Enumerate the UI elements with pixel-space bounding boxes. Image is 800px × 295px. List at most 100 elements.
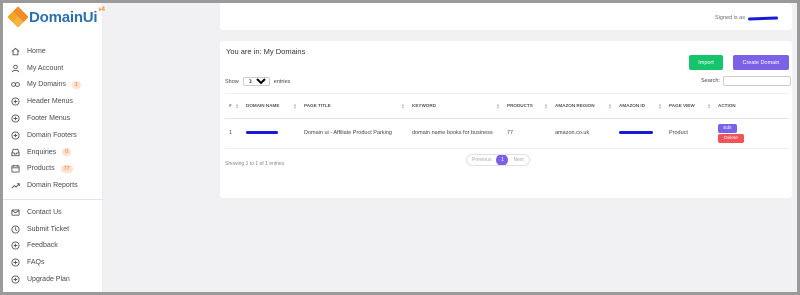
sort-icon: ▲ ▼ <box>707 102 711 110</box>
calendar-icon <box>11 165 20 174</box>
cell-actions: Edit Delete <box>714 118 789 149</box>
cell-amazon-id <box>615 118 665 149</box>
sidebar-item-faqs[interactable]: FAQs <box>3 254 103 271</box>
sidebar-item-label: Footer Menus <box>27 115 71 123</box>
domains-card: You are in: My Domains Import Create Dom… <box>220 41 792 198</box>
signed-in-status: Signed is as <box>715 15 779 21</box>
sidebar-item-label: Submit Ticket <box>27 225 70 233</box>
sort-icon: ▲ ▼ <box>235 102 239 110</box>
user-icon <box>11 64 20 72</box>
create-domain-button[interactable]: Create Domain <box>733 55 789 70</box>
sidebar: DomainUiv4 Home My Account My Domains 1 … <box>3 3 105 292</box>
sidebar-divider <box>3 199 103 200</box>
cell-amazon-region: amazon.co.uk <box>551 118 615 149</box>
entries-select[interactable]: 10 <box>242 77 270 86</box>
edit-button[interactable]: Edit <box>718 124 737 133</box>
logo-icon <box>7 6 29 28</box>
sidebar-item-label: Upgrade Plan <box>27 276 70 284</box>
cell-page-title: Domain ui - Affiliate Product Parking <box>300 118 408 149</box>
redacted-domain-name <box>246 131 278 134</box>
plus-circle-icon <box>11 275 20 284</box>
table-header-row: # ▲ ▼ DOMAIN NAME ▲ ▼ PAGE TITLE ▲ ▼ KEYWORD ▲ ▼… <box>225 93 789 119</box>
delete-button[interactable]: Delete <box>718 134 744 143</box>
link-icon <box>11 82 20 88</box>
count-badge: 77 <box>60 164 73 173</box>
column-header-amazon-region[interactable]: AMAZON REGION ▲ ▼ <box>551 93 615 119</box>
sort-icon: ▲ ▼ <box>496 102 500 110</box>
previous-page-button[interactable]: Previous <box>467 155 496 165</box>
plus-circle-icon <box>11 97 20 106</box>
sidebar-item-label: My Account <box>27 64 64 72</box>
table-search: Search: <box>701 76 791 86</box>
main-nav: Home My Account My Domains 1 Header Menu… <box>3 43 103 194</box>
sidebar-item-label: Domain Footers <box>27 131 77 139</box>
sort-icon: ▲ ▼ <box>401 102 405 110</box>
sidebar-item-label: Contact Us <box>27 208 62 216</box>
sort-icon: ▲ ▼ <box>608 102 612 110</box>
column-header-amazon-id[interactable]: AMAZON ID ▲ ▼ <box>615 93 665 119</box>
top-header: Signed is as <box>220 3 792 30</box>
sidebar-item-home[interactable]: Home <box>3 43 103 60</box>
sort-icon: ▲ ▼ <box>658 102 662 110</box>
column-header-keyword[interactable]: KEYWORD ▲ ▼ <box>408 93 503 119</box>
count-badge: 0 <box>62 148 72 157</box>
import-button[interactable]: Import <box>689 55 723 70</box>
show-label: Show <box>225 78 239 85</box>
sort-icon: ▲ ▼ <box>544 102 548 110</box>
sidebar-item-enquiries[interactable]: Enquiries 0 <box>3 144 103 161</box>
sidebar-item-label: Enquiries <box>27 148 57 156</box>
redacted-amazon-id <box>619 131 653 134</box>
mail-icon <box>11 209 20 216</box>
plus-circle-icon <box>11 131 20 140</box>
sidebar-item-my-account[interactable]: My Account <box>3 60 103 77</box>
support-nav: Contact Us Submit Ticket Feedback FAQs U… <box>3 204 103 288</box>
search-input[interactable] <box>722 76 791 86</box>
sort-icon: ▲ ▼ <box>293 102 297 110</box>
page-number-button[interactable]: 1 <box>496 155 509 165</box>
sidebar-item-header-menus[interactable]: Header Menus <box>3 93 103 110</box>
next-page-button[interactable]: Next <box>508 155 528 165</box>
sidebar-item-label: My Domains <box>27 81 66 89</box>
sidebar-item-label: Header Menus <box>27 98 73 106</box>
plus-circle-icon <box>11 258 20 267</box>
sidebar-item-feedback[interactable]: Feedback <box>3 238 103 255</box>
brand-name: DomainUiv4 <box>29 6 105 26</box>
redacted-username <box>747 15 779 21</box>
column-header-index[interactable]: # ▲ ▼ <box>225 93 242 119</box>
table-row: 1 Domain ui - Affiliate Product Parking … <box>225 118 789 149</box>
sidebar-item-submit-ticket[interactable]: Submit Ticket <box>3 221 103 238</box>
plus-circle-icon <box>11 241 20 251</box>
pagination: Previous 1 Next <box>466 154 530 166</box>
sidebar-item-domain-footers[interactable]: Domain Footers <box>3 127 103 144</box>
plus-circle-icon <box>11 114 20 123</box>
breadcrumb: You are in: My Domains <box>226 47 306 56</box>
column-header-products[interactable]: PRODUCTS ▲ ▼ <box>503 93 551 119</box>
signed-in-label: Signed is as <box>715 15 745 21</box>
clock-icon <box>11 225 20 234</box>
cell-index: 1 <box>225 118 242 149</box>
entries-label: entries <box>273 78 291 85</box>
column-header-domain-name[interactable]: DOMAIN NAME ▲ ▼ <box>242 93 300 119</box>
table-info: Showing 1 to 1 of 1 entries <box>225 161 285 167</box>
column-header-page-title[interactable]: PAGE TITLE ▲ ▼ <box>300 93 408 119</box>
column-header-action[interactable]: ACTION <box>714 93 789 119</box>
home-icon <box>11 47 20 56</box>
sidebar-item-upgrade-plan[interactable]: Upgrade Plan <box>3 271 103 288</box>
sidebar-item-label: Feedback <box>27 242 58 250</box>
sidebar-item-footer-menus[interactable]: Footer Menus <box>3 110 103 127</box>
cell-keyword: domain name books for business <box>408 118 503 149</box>
sidebar-item-contact-us[interactable]: Contact Us <box>3 204 103 221</box>
sidebar-item-label: Domain Reports <box>27 182 78 190</box>
sidebar-item-products[interactable]: Products 77 <box>3 161 103 178</box>
brand-logo[interactable]: DomainUiv4 <box>7 6 105 28</box>
sidebar-item-label: FAQs <box>27 259 45 267</box>
trend-icon <box>11 183 20 189</box>
column-header-page-view[interactable]: PAGE VIEW ▲ ▼ <box>665 93 714 119</box>
search-label: Search: <box>701 78 720 84</box>
inbox-icon <box>11 148 20 156</box>
count-badge: 1 <box>71 80 81 89</box>
sidebar-item-domain-reports[interactable]: Domain Reports <box>3 177 103 194</box>
sidebar-item-my-domains[interactable]: My Domains 1 <box>3 77 103 94</box>
entries-length-control: Show 10 entries <box>225 77 290 86</box>
cell-domain-name <box>242 118 300 149</box>
